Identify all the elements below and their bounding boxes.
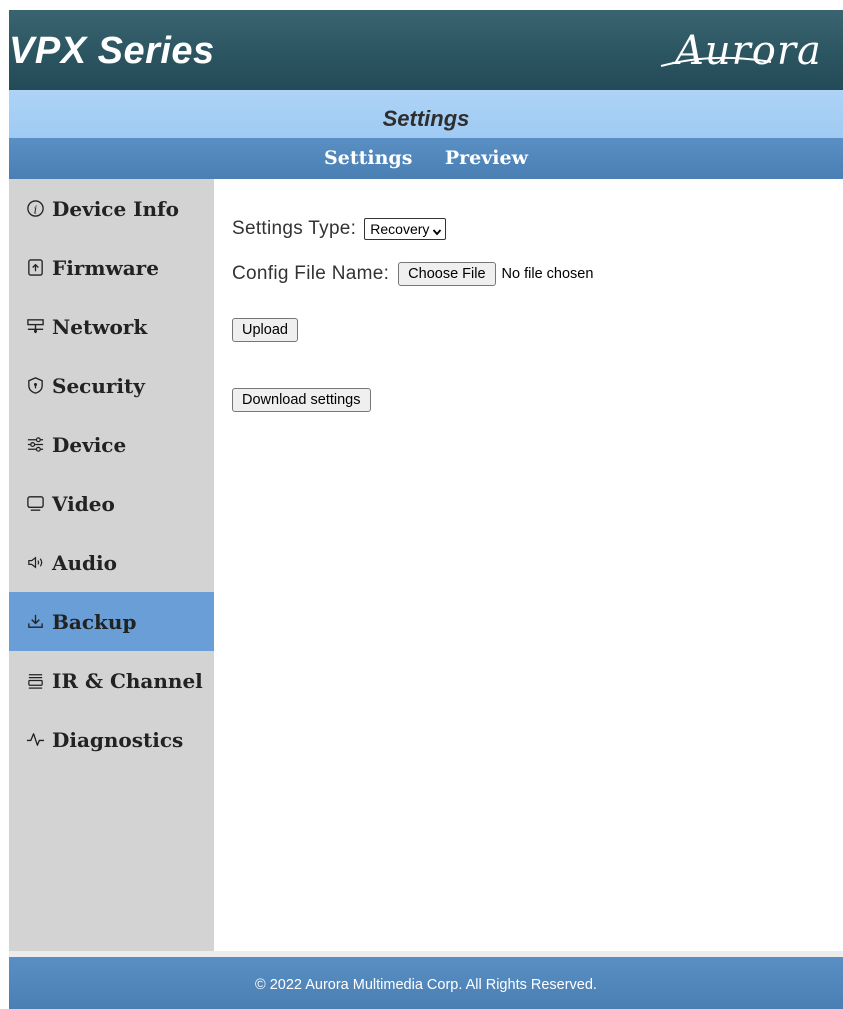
sidebar-item-label: Device Info [52, 196, 179, 221]
sidebar-item-label: Backup [52, 609, 137, 634]
sidebar-item-video[interactable]: Video [9, 474, 214, 533]
sidebar: i Device Info Firmware Network Security [9, 179, 214, 951]
sidebar-item-backup[interactable]: Backup [9, 592, 214, 651]
network-icon [26, 316, 48, 338]
page-title: Settings [382, 106, 470, 131]
sidebar-item-label: Diagnostics [52, 727, 184, 752]
main-content: Settings Type: Recovery Config File Name… [214, 179, 843, 951]
config-file-label: Config File Name: [232, 263, 390, 284]
sidebar-item-device-info[interactable]: i Device Info [9, 179, 214, 238]
sidebar-item-security[interactable]: Security [9, 356, 214, 415]
tab-preview[interactable]: Preview [445, 147, 528, 169]
sidebar-item-ir-channel[interactable]: IR & Channel [9, 651, 214, 710]
download-row: Download settings [232, 388, 371, 412]
app-frame: VPX Series Aurora Settings Settings Prev… [9, 10, 843, 1009]
settings-type-label: Settings Type: [232, 218, 357, 239]
sidebar-item-device[interactable]: Device [9, 415, 214, 474]
file-status-text: No file chosen [501, 266, 594, 282]
aurora-logo: Aurora [653, 22, 843, 82]
download-icon [26, 611, 48, 633]
chevron-down-icon [432, 224, 442, 236]
sidebar-item-label: Security [52, 373, 145, 398]
sidebar-item-label: Audio [52, 550, 117, 575]
monitor-icon [26, 493, 48, 515]
page-title-band: Settings [9, 90, 843, 138]
info-icon: i [26, 198, 48, 220]
footer: © 2022 Aurora Multimedia Corp. All Right… [9, 957, 843, 1009]
header-banner: VPX Series Aurora [9, 10, 843, 90]
speaker-icon [26, 552, 48, 574]
download-settings-button[interactable]: Download settings [232, 388, 371, 412]
footer-copyright: © 2022 Aurora Multimedia Corp. All Right… [255, 977, 597, 993]
settings-type-select[interactable]: Recovery [364, 218, 447, 240]
tab-nav: Settings Preview [9, 138, 843, 179]
sliders-icon [26, 434, 48, 456]
sidebar-item-firmware[interactable]: Firmware [9, 238, 214, 297]
upload-file-icon [26, 257, 48, 279]
brand-title: VPX Series [9, 30, 215, 72]
sidebar-item-diagnostics[interactable]: Diagnostics [9, 710, 214, 769]
ir-icon [26, 670, 48, 692]
upload-button[interactable]: Upload [232, 318, 298, 342]
sidebar-item-label: Firmware [52, 255, 159, 280]
settings-type-row: Settings Type: Recovery [232, 218, 447, 240]
tab-settings[interactable]: Settings [324, 147, 412, 169]
sidebar-item-label: IR & Channel [52, 668, 203, 693]
sidebar-item-network[interactable]: Network [9, 297, 214, 356]
aurora-logo-graphic: Aurora [660, 28, 822, 74]
svg-text:Aurora: Aurora [671, 28, 822, 74]
settings-type-value: Recovery [370, 221, 430, 237]
sidebar-item-label: Device [52, 432, 127, 457]
choose-file-button[interactable]: Choose File [398, 262, 496, 286]
sidebar-item-label: Video [52, 491, 115, 516]
svg-text:i: i [34, 202, 38, 216]
sidebar-item-label: Network [52, 314, 148, 339]
config-file-row: Config File Name: Choose File No file ch… [232, 262, 593, 286]
sidebar-item-audio[interactable]: Audio [9, 533, 214, 592]
pulse-icon [26, 729, 48, 751]
shield-icon [26, 375, 48, 397]
upload-row: Upload [232, 318, 298, 342]
